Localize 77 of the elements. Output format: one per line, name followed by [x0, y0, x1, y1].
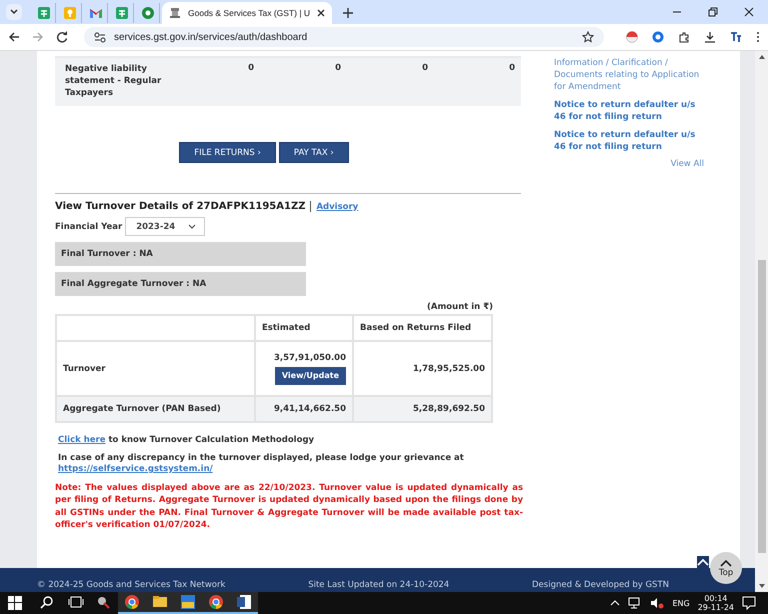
- mail-icon: [88, 6, 102, 20]
- download-icon[interactable]: [704, 31, 716, 43]
- spreadsheet-icon: [114, 6, 128, 20]
- more-icon[interactable]: [756, 31, 760, 43]
- star-icon[interactable]: [582, 31, 594, 43]
- grievance-text: In case of any discrepancy in the turnover displayed, please lodge your grievance at: [58, 453, 464, 463]
- click-here-link[interactable]: Click here: [58, 435, 106, 445]
- file-returns-button[interactable]: FILE RETURNS ›: [179, 142, 276, 163]
- windows-logo-icon[interactable]: [8, 596, 22, 610]
- ball-icon[interactable]: [626, 31, 638, 43]
- translate-icon[interactable]: [730, 31, 742, 43]
- unit-label: (Amount in ₹): [426, 302, 493, 312]
- scroll-thumb[interactable]: [758, 260, 766, 553]
- reload-icon[interactable]: [56, 31, 68, 43]
- table-cell-text: 0: [508, 62, 516, 75]
- address-field[interactable]: services.gst.gov.in/services/auth/dashboard: [84, 27, 604, 47]
- language-indicator[interactable]: ENG: [672, 598, 690, 608]
- scroll-up-button[interactable]: [697, 556, 709, 568]
- chevron-up-icon: [720, 558, 732, 566]
- note-icon: [62, 6, 76, 20]
- table-cell-text: 0: [247, 62, 255, 75]
- taskbar-button[interactable]: [230, 592, 258, 614]
- clock-time[interactable]: 00:14: [704, 594, 728, 603]
- chevron-down-icon: [9, 7, 19, 17]
- site-settings-icon: [94, 31, 106, 43]
- table-cell-text: 0: [334, 62, 342, 75]
- table-cell: Aggregate Turnover (PAN Based): [56, 396, 255, 422]
- folder-icon: [152, 594, 168, 610]
- section-title: View Turnover Details of 27DAFPK1195A1ZZ: [55, 201, 312, 212]
- summary-bar: Final Aggregate Turnover : NA: [55, 272, 306, 296]
- table-cell: 5,28,89,692.50: [353, 396, 492, 422]
- footer-text: Designed & Developed by GSTN: [532, 580, 669, 590]
- chevron-up-icon[interactable]: [610, 600, 620, 606]
- methodology-text: Click here to know Turnover Calculation Methodology: [58, 435, 316, 445]
- window-icon: [180, 594, 196, 610]
- pay-tax-button[interactable]: PAY TAX ›: [278, 142, 349, 163]
- puzzle-icon[interactable]: [678, 31, 690, 43]
- browser-tab[interactable]: Goods & Services Tax (GST) | U: [162, 2, 332, 24]
- restore-icon[interactable]: [708, 7, 718, 17]
- advisory-link[interactable]: Advisory: [316, 202, 358, 212]
- table-cell: 9,41,14,662.50: [255, 396, 353, 422]
- network-icon[interactable]: [628, 597, 642, 609]
- view-update-button[interactable]: View/Update: [274, 366, 346, 384]
- circle-icon[interactable]: [652, 31, 664, 43]
- table-cell-text: 3,57,91,050.00: [272, 352, 346, 362]
- spreadsheet-icon: [36, 6, 50, 20]
- notice-link[interactable]: Notice to return defaulter u/s 46 for not filing return: [554, 99, 704, 123]
- field-label: Financial Year: [55, 222, 122, 232]
- footer-text: Site Last Updated on 24-10-2024: [308, 580, 450, 590]
- footer-text: © 2024-25 Goods and Services Tax Network: [37, 580, 226, 590]
- tab-list-button[interactable]: [6, 4, 22, 20]
- header-cell: Estimated: [255, 315, 353, 341]
- word-icon: [236, 594, 252, 610]
- clock-date[interactable]: 29-11-24: [698, 603, 734, 612]
- taskbar-button[interactable]: [118, 592, 146, 614]
- back-icon[interactable]: [8, 31, 20, 43]
- chrome-icon: [208, 594, 224, 610]
- chevron-down-icon: [188, 224, 196, 230]
- summary-bar: Final Turnover : NA: [55, 242, 306, 266]
- notification-icon[interactable]: [742, 596, 756, 610]
- close-icon[interactable]: [316, 8, 326, 18]
- year-dropdown[interactable]: 2023-24: [125, 217, 206, 236]
- emblem-icon: [168, 6, 182, 20]
- scroll-down-icon[interactable]: [758, 583, 766, 589]
- chrome-icon: [124, 594, 140, 610]
- scroll-up-icon[interactable]: [758, 54, 766, 60]
- table-cell-text: 0: [421, 62, 429, 75]
- new-tab-icon[interactable]: [342, 7, 354, 19]
- speaker-muted-icon[interactable]: [650, 597, 664, 609]
- notice-link[interactable]: Notice to return defaulter u/s 46 for not filing return: [554, 129, 704, 153]
- close-icon[interactable]: [744, 7, 754, 17]
- scrollbar[interactable]: [755, 51, 768, 592]
- note-text: Note: The values displayed above are as 22/10/2023. Turnover value is updated dynamically as per filing of Returns. Aggregate Turnover is updated dynamically based upon the filings done by all GSTINs under the PAN. Final Turnover & Aggregate Turnover will be made available post tax-officer's verification 01/07/2024.: [55, 482, 523, 532]
- header-cell: Based on Returns Filed: [353, 315, 492, 341]
- self-service-link[interactable]: https://selfservice.gstsystem.in/: [58, 464, 213, 474]
- table-cell-text: Negative liability statement - Regular Taxpayers: [64, 63, 162, 100]
- circle-icon: [140, 6, 154, 20]
